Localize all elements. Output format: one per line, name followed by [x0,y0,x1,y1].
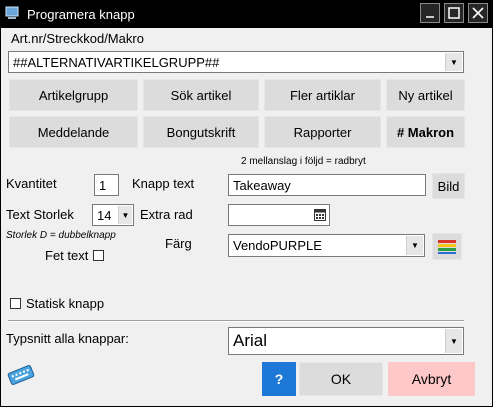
quantity-input[interactable]: 1 [94,174,119,196]
fler-artiklar-button[interactable]: Fler artiklar [264,79,381,111]
maximize-icon [448,7,460,19]
minimize-icon [426,16,434,18]
close-button[interactable] [468,3,488,23]
ok-button[interactable]: OK [299,362,383,396]
keyboard-icon[interactable] [6,364,36,386]
extra-row-input[interactable] [228,204,330,226]
chevron-down-icon[interactable]: ▼ [445,53,462,71]
dialog-body: Art.nr/Streckkod/Makro ##ALTERNATIVARTIK… [1,28,492,406]
artikelgrupp-button[interactable]: Artikelgrupp [9,79,138,111]
help-button[interactable]: ? [262,362,296,396]
meddelande-button[interactable]: Meddelande [9,116,138,148]
image-button[interactable]: Bild [432,173,465,199]
static-button-checkbox[interactable] [10,298,21,309]
rapporter-button[interactable]: Rapporter [264,116,381,148]
dialog-window: Programera knapp Art.nr/Streckkod/Makro … [0,0,493,407]
sok-artikel-button[interactable]: Sök artikel [143,79,259,111]
linebreak-hint: 2 mellanslag i följd = radbryt [241,156,366,167]
extra-row-label: Extra rad [140,207,193,222]
app-icon [5,6,19,19]
color-palette-icon [438,239,456,254]
bold-text-label: Fet text [45,248,89,263]
quantity-label: Kvantitet [6,176,57,191]
font-value: Arial [233,331,268,350]
color-picker-button[interactable] [432,233,462,260]
size-note: Storlek D = dubbelknapp [6,230,116,241]
ny-artikel-button[interactable]: Ny artikel [386,79,465,111]
title-bar[interactable]: Programera knapp [0,0,493,28]
article-label: Art.nr/Streckkod/Makro [11,31,144,46]
minimize-button[interactable] [420,3,440,23]
article-combobox[interactable]: ##ALTERNATIVARTIKELGRUPP## ▼ [8,51,464,73]
chevron-down-icon[interactable]: ▼ [445,329,462,353]
text-size-value: 14 [97,207,112,223]
close-icon [472,7,484,19]
separator [8,320,464,322]
font-combobox[interactable]: Arial ▼ [228,327,464,355]
cancel-button[interactable]: Avbryt [388,362,475,396]
button-text-input[interactable]: Takeaway [228,174,426,196]
calendar-icon[interactable] [314,209,326,221]
button-text-label: Knapp text [132,176,195,191]
maximize-button[interactable] [444,3,464,23]
text-size-label: Text Storlek [6,207,74,222]
chevron-down-icon[interactable]: ▼ [118,206,132,224]
article-value: ##ALTERNATIVARTIKELGRUPP## [13,54,220,70]
text-size-combobox[interactable]: 14 ▼ [92,204,134,226]
color-value: VendoPURPLE [233,238,322,253]
color-combobox[interactable]: VendoPURPLE ▼ [228,234,425,257]
makron-button[interactable]: # Makron [386,116,465,148]
bold-text-checkbox[interactable] [93,250,104,261]
window-title: Programera knapp [27,7,135,22]
static-button-label: Statisk knapp [26,296,105,311]
font-label: Typsnitt alla knappar: [6,331,129,346]
chevron-down-icon[interactable]: ▼ [406,236,423,255]
bongutskrift-button[interactable]: Bongutskrift [143,116,259,148]
color-label: Färg [165,236,192,251]
